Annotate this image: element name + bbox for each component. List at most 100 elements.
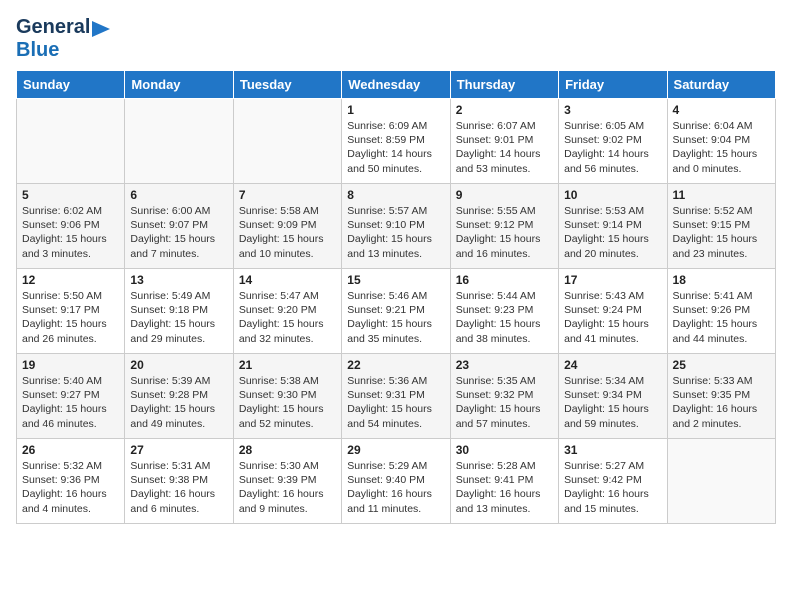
calendar-cell: 6Sunrise: 6:00 AM Sunset: 9:07 PM Daylig… [125, 184, 233, 269]
calendar-cell: 23 Sunrise: 5:35 AM Sunset: 9:32 PM Dayli… [450, 354, 558, 439]
day-info: Sunrise: 5:40 AM Sunset: 9:27 PM Dayligh… [22, 374, 119, 431]
calendar-cell: 24Sunrise: 5:34 AM Sunset: 9:34 PM Dayli… [559, 354, 667, 439]
day-number: 16 [456, 273, 553, 287]
calendar-cell: 14 Sunrise: 5:47 AM Sunset: 9:20 PM Dayli… [233, 269, 341, 354]
day-info: Sunrise: 5:52 AM Sunset: 9:15 PM Dayligh… [673, 204, 770, 261]
calendar-week-row: 12 Sunrise: 5:50 AM Sunset: 9:17 PM Dayli… [17, 269, 776, 354]
day-info: Sunrise: 5:57 AM Sunset: 9:10 PM Dayligh… [347, 204, 444, 261]
header-tuesday: Tuesday [233, 71, 341, 99]
calendar-cell: 26 Sunrise: 5:32 AM Sunset: 9:36 PM Dayli… [17, 439, 125, 524]
day-info: Sunrise: 5:47 AM Sunset: 9:20 PM Dayligh… [239, 289, 336, 346]
calendar-cell: 12 Sunrise: 5:50 AM Sunset: 9:17 PM Dayli… [17, 269, 125, 354]
day-number: 12 [22, 273, 119, 287]
calendar-table: SundayMondayTuesdayWednesdayThursdayFrid… [16, 70, 776, 524]
calendar-cell: 3 Sunrise: 6:05 AM Sunset: 9:02 PM Daylig… [559, 99, 667, 184]
day-number: 10 [564, 188, 661, 202]
calendar-cell: 2 Sunrise: 6:07 AM Sunset: 9:01 PM Daylig… [450, 99, 558, 184]
day-number: 28 [239, 443, 336, 457]
day-number: 4 [673, 103, 770, 117]
logo-blue: Blue [16, 39, 59, 62]
day-number: 6 [130, 188, 227, 202]
day-info: Sunrise: 5:30 AM Sunset: 9:39 PM Dayligh… [239, 459, 336, 516]
logo: General Blue [16, 16, 110, 62]
day-info: Sunrise: 5:39 AM Sunset: 9:28 PM Dayligh… [130, 374, 227, 431]
day-info: Sunrise: 5:29 AM Sunset: 9:40 PM Dayligh… [347, 459, 444, 516]
day-number: 25 [673, 358, 770, 372]
calendar-cell [17, 99, 125, 184]
calendar-cell: 1 Sunrise: 6:09 AM Sunset: 8:59 PM Daylig… [342, 99, 450, 184]
calendar-week-row: 5Sunrise: 6:02 AM Sunset: 9:06 PM Daylig… [17, 184, 776, 269]
day-number: 1 [347, 103, 444, 117]
calendar-cell: 11 Sunrise: 5:52 AM Sunset: 9:15 PM Dayli… [667, 184, 775, 269]
calendar-cell: 5Sunrise: 6:02 AM Sunset: 9:06 PM Daylig… [17, 184, 125, 269]
day-number: 13 [130, 273, 227, 287]
calendar-cell: 9 Sunrise: 5:55 AM Sunset: 9:12 PM Daylig… [450, 184, 558, 269]
day-info: Sunrise: 6:02 AM Sunset: 9:06 PM Dayligh… [22, 204, 119, 261]
header-friday: Friday [559, 71, 667, 99]
calendar-cell: 8 Sunrise: 5:57 AM Sunset: 9:10 PM Daylig… [342, 184, 450, 269]
calendar-cell [233, 99, 341, 184]
calendar-cell: 20 Sunrise: 5:39 AM Sunset: 9:28 PM Dayli… [125, 354, 233, 439]
day-info: Sunrise: 5:50 AM Sunset: 9:17 PM Dayligh… [22, 289, 119, 346]
header-monday: Monday [125, 71, 233, 99]
calendar-cell: 13 Sunrise: 5:49 AM Sunset: 9:18 PM Dayli… [125, 269, 233, 354]
calendar-cell: 15 Sunrise: 5:46 AM Sunset: 9:21 PM Dayli… [342, 269, 450, 354]
day-number: 18 [673, 273, 770, 287]
day-info: Sunrise: 5:34 AM Sunset: 9:34 PM Dayligh… [564, 374, 661, 431]
calendar-cell: 25 Sunrise: 5:33 AM Sunset: 9:35 PM Dayli… [667, 354, 775, 439]
calendar-cell: 28 Sunrise: 5:30 AM Sunset: 9:39 PM Dayli… [233, 439, 341, 524]
day-number: 15 [347, 273, 444, 287]
day-info: Sunrise: 5:28 AM Sunset: 9:41 PM Dayligh… [456, 459, 553, 516]
day-info: Sunrise: 5:27 AM Sunset: 9:42 PM Dayligh… [564, 459, 661, 516]
calendar-cell [667, 439, 775, 524]
calendar-cell: 18 Sunrise: 5:41 AM Sunset: 9:26 PM Dayli… [667, 269, 775, 354]
day-number: 2 [456, 103, 553, 117]
day-number: 30 [456, 443, 553, 457]
logo-icon [92, 21, 110, 37]
calendar-week-row: 26 Sunrise: 5:32 AM Sunset: 9:36 PM Dayli… [17, 439, 776, 524]
day-number: 31 [564, 443, 661, 457]
day-number: 8 [347, 188, 444, 202]
day-number: 19 [22, 358, 119, 372]
day-number: 20 [130, 358, 227, 372]
header-sunday: Sunday [17, 71, 125, 99]
day-info: Sunrise: 5:55 AM Sunset: 9:12 PM Dayligh… [456, 204, 553, 261]
day-info: Sunrise: 5:31 AM Sunset: 9:38 PM Dayligh… [130, 459, 227, 516]
calendar-cell: 21 Sunrise: 5:38 AM Sunset: 9:30 PM Dayli… [233, 354, 341, 439]
day-number: 23 [456, 358, 553, 372]
calendar-cell: 19 Sunrise: 5:40 AM Sunset: 9:27 PM Dayli… [17, 354, 125, 439]
day-info: Sunrise: 6:05 AM Sunset: 9:02 PM Dayligh… [564, 119, 661, 176]
calendar-cell [125, 99, 233, 184]
header-wednesday: Wednesday [342, 71, 450, 99]
day-number: 3 [564, 103, 661, 117]
day-number: 9 [456, 188, 553, 202]
day-info: Sunrise: 5:32 AM Sunset: 9:36 PM Dayligh… [22, 459, 119, 516]
day-info: Sunrise: 5:46 AM Sunset: 9:21 PM Dayligh… [347, 289, 444, 346]
header-saturday: Saturday [667, 71, 775, 99]
day-number: 17 [564, 273, 661, 287]
day-number: 14 [239, 273, 336, 287]
calendar-cell: 4Sunrise: 6:04 AM Sunset: 9:04 PM Daylig… [667, 99, 775, 184]
calendar-cell: 7Sunrise: 5:58 AM Sunset: 9:09 PM Daylig… [233, 184, 341, 269]
day-info: Sunrise: 5:43 AM Sunset: 9:24 PM Dayligh… [564, 289, 661, 346]
page-header: General Blue [16, 16, 776, 62]
day-info: Sunrise: 6:09 AM Sunset: 8:59 PM Dayligh… [347, 119, 444, 176]
calendar-week-row: 1 Sunrise: 6:09 AM Sunset: 8:59 PM Daylig… [17, 99, 776, 184]
day-number: 26 [22, 443, 119, 457]
header-thursday: Thursday [450, 71, 558, 99]
day-number: 11 [673, 188, 770, 202]
calendar-cell: 10Sunrise: 5:53 AM Sunset: 9:14 PM Dayli… [559, 184, 667, 269]
day-number: 21 [239, 358, 336, 372]
day-info: Sunrise: 5:41 AM Sunset: 9:26 PM Dayligh… [673, 289, 770, 346]
calendar-week-row: 19 Sunrise: 5:40 AM Sunset: 9:27 PM Dayli… [17, 354, 776, 439]
logo-general: General [16, 16, 90, 39]
day-info: Sunrise: 5:49 AM Sunset: 9:18 PM Dayligh… [130, 289, 227, 346]
day-info: Sunrise: 6:07 AM Sunset: 9:01 PM Dayligh… [456, 119, 553, 176]
calendar-cell: 30 Sunrise: 5:28 AM Sunset: 9:41 PM Dayli… [450, 439, 558, 524]
day-number: 29 [347, 443, 444, 457]
day-info: Sunrise: 5:35 AM Sunset: 9:32 PM Dayligh… [456, 374, 553, 431]
day-info: Sunrise: 5:44 AM Sunset: 9:23 PM Dayligh… [456, 289, 553, 346]
calendar-cell: 27Sunrise: 5:31 AM Sunset: 9:38 PM Dayli… [125, 439, 233, 524]
day-info: Sunrise: 5:38 AM Sunset: 9:30 PM Dayligh… [239, 374, 336, 431]
day-info: Sunrise: 5:33 AM Sunset: 9:35 PM Dayligh… [673, 374, 770, 431]
